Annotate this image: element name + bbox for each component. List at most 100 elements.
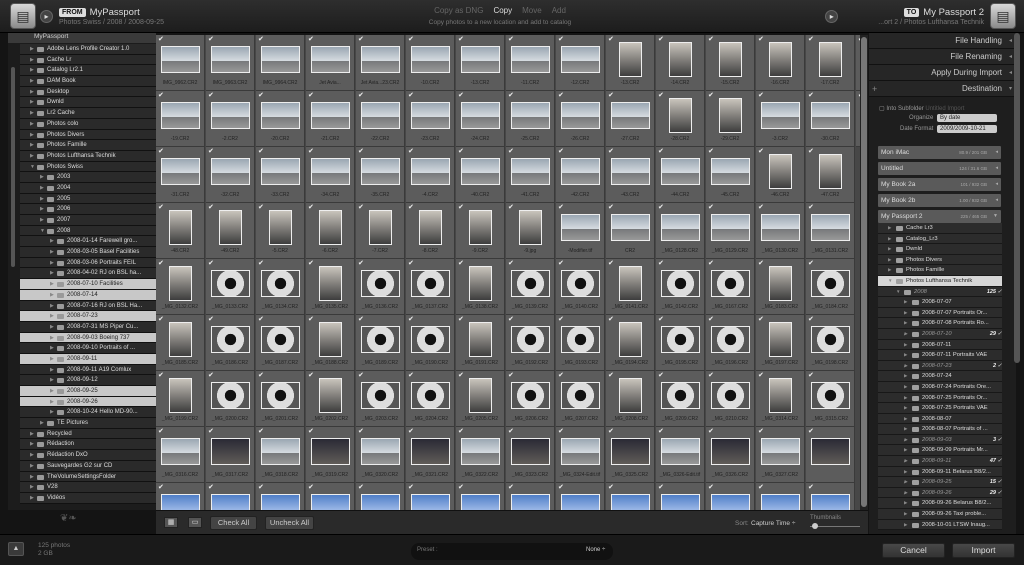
photo-cell[interactable]: ✔ _MG_0131.CR2: [806, 203, 855, 259]
include-checkbox[interactable]: ✔: [508, 204, 514, 211]
disclosure-triangle-icon[interactable]: ▶: [30, 140, 34, 150]
include-checkbox[interactable]: ✔: [508, 372, 514, 379]
photo-cell[interactable]: ✔: [756, 483, 805, 510]
photo-cell[interactable]: ✔ -13.CR2: [456, 35, 505, 91]
source-folder-item[interactable]: ▶ Lr2 Cache: [20, 108, 160, 119]
source-folder-item[interactable]: ▶ 2008-09-11 A19 Comlux: [20, 364, 160, 376]
include-checkbox[interactable]: ✔: [358, 484, 364, 491]
photo-cell[interactable]: ✔ _MG_0205.CR2: [456, 371, 505, 427]
include-checkbox[interactable]: ✔: [658, 484, 664, 491]
photo-cell[interactable]: ✔ -7.CR2: [356, 203, 405, 259]
disclosure-triangle-icon[interactable]: ▶: [30, 151, 34, 161]
disclosure-triangle-icon[interactable]: ▶: [30, 87, 34, 97]
photo-cell[interactable]: ✔ -46.CR2: [756, 147, 805, 203]
include-checkbox[interactable]: ✔: [308, 36, 314, 43]
photo-cell[interactable]: ✔ _MG_0197.CR2: [756, 315, 805, 371]
disclosure-triangle-icon[interactable]: ▶: [888, 265, 891, 275]
photo-cell[interactable]: ✔: [656, 483, 705, 510]
source-folder-item[interactable]: ▶ 2008-07-16 RJ on BSL Ha...: [20, 300, 160, 312]
include-checkbox[interactable]: ✔: [358, 204, 364, 211]
destination-folder-item[interactable]: ▶ 2008-09-26 Belarus B8/2...: [878, 498, 1002, 510]
cancel-button[interactable]: Cancel: [882, 543, 945, 558]
disclosure-triangle-icon[interactable]: ▼: [896, 287, 900, 297]
include-checkbox[interactable]: ✔: [458, 428, 464, 435]
source-folder-item[interactable]: ▶ Sauvegardes G2 sur CD: [20, 460, 160, 472]
disclosure-triangle-icon[interactable]: ▶: [904, 509, 907, 519]
disclosure-triangle-icon[interactable]: ▶: [30, 108, 34, 118]
expand-collapse-button[interactable]: ▲: [8, 542, 24, 556]
include-checkbox[interactable]: ✔: [458, 372, 464, 379]
photo-cell[interactable]: ✔: [806, 427, 855, 483]
photo-cell[interactable]: ✔ _MG_0326.CR2: [706, 427, 755, 483]
destination-folder-item[interactable]: ▶ 2008-07-24 Portraits Ore...: [878, 381, 1002, 393]
disclosure-triangle-icon[interactable]: ▶: [50, 375, 54, 385]
photo-cell[interactable]: ✔: [206, 483, 255, 510]
photo-cell[interactable]: ✔ _MG_0320.CR2: [356, 427, 405, 483]
include-checkbox[interactable]: ✔: [808, 316, 814, 323]
section-apply-during-import[interactable]: Apply During Import ◂: [869, 65, 1016, 81]
destination-folder-item[interactable]: ▶ 2008-07-11 Portraits VAE: [878, 350, 1002, 361]
disclosure-triangle-icon[interactable]: ▶: [30, 461, 34, 471]
photo-cell[interactable]: ✔ _MG_0192.CR2: [506, 315, 555, 371]
photo-cell[interactable]: ✔ _MG_0210.CR2: [706, 371, 755, 427]
include-checkbox[interactable]: ✔: [658, 372, 664, 379]
disclosure-triangle-icon[interactable]: ▶: [904, 403, 907, 413]
disclosure-triangle-icon[interactable]: ▶: [904, 456, 907, 466]
include-checkbox[interactable]: ✔: [608, 260, 614, 267]
include-checkbox[interactable]: ✔: [258, 428, 264, 435]
source-selector[interactable]: ▤ ▸ FROM MyPassport Photos Swiss / 2008 …: [10, 3, 164, 29]
photo-cell[interactable]: ✔ _MG_0183.CR2: [756, 259, 805, 315]
photo-cell[interactable]: ✔ _MG_0315.CR2: [806, 371, 855, 427]
disclosure-triangle-icon[interactable]: ▶: [904, 297, 907, 307]
include-checkbox[interactable]: ✔: [508, 92, 514, 99]
mode-copy-dng[interactable]: Copy as DNG: [434, 6, 483, 15]
include-checkbox[interactable]: ✔: [208, 484, 214, 491]
include-checkbox[interactable]: ✔: [358, 36, 364, 43]
include-checkbox[interactable]: ✔: [258, 372, 264, 379]
photo-cell[interactable]: ✔ _MG_0195.CR2: [656, 315, 705, 371]
photo-cell[interactable]: ✔ _MG_0141.CR2: [606, 259, 655, 315]
include-checkbox[interactable]: ✔: [358, 92, 364, 99]
disclosure-triangle-icon[interactable]: ▶: [50, 290, 54, 300]
photo-cell[interactable]: ✔ _MG_0139.CR2: [506, 259, 555, 315]
disclosure-triangle-icon[interactable]: ▶: [50, 343, 54, 353]
include-checkbox[interactable]: ✔: [408, 92, 414, 99]
destination-folder-item[interactable]: ▶ 2008-08-07: [878, 413, 1002, 425]
disclosure-triangle-icon[interactable]: ▶: [30, 450, 34, 460]
disclosure-triangle-icon[interactable]: ▶: [50, 279, 54, 289]
include-checkbox[interactable]: ✔: [208, 148, 214, 155]
include-checkbox[interactable]: ✔: [258, 204, 264, 211]
include-checkbox[interactable]: ✔: [608, 204, 614, 211]
photo-cell[interactable]: ✔: [556, 483, 605, 510]
include-checkbox[interactable]: ✔: [408, 148, 414, 155]
include-checkbox[interactable]: ✔: [408, 260, 414, 267]
include-checkbox[interactable]: ✔: [558, 204, 564, 211]
disclosure-triangle-icon[interactable]: ▶: [30, 97, 34, 107]
source-folder-item[interactable]: ▶ Photos Lufthansa Technik: [20, 150, 160, 162]
destination-folder-item[interactable]: ▶ 2008-07-25 Portraits Or...: [878, 392, 1002, 404]
include-checkbox[interactable]: ✔: [808, 260, 814, 267]
photo-cell[interactable]: ✔ _MG_0193.CR2: [556, 315, 605, 371]
source-folder-item[interactable]: ▶ V28: [20, 482, 160, 493]
include-checkbox[interactable]: ✔: [608, 316, 614, 323]
photo-cell[interactable]: ✔ _MG_0203.CR2: [356, 371, 405, 427]
source-folder-item[interactable]: ▶ Vidéos: [20, 492, 160, 504]
photo-cell[interactable]: ✔ -45.CR2: [706, 147, 755, 203]
include-checkbox[interactable]: ✔: [708, 484, 714, 491]
include-checkbox[interactable]: ✔: [758, 92, 764, 99]
photo-cell[interactable]: ✔ _MG_0318.CR2: [256, 427, 305, 483]
photo-cell[interactable]: ✔ -31.CR2: [156, 147, 205, 203]
include-checkbox[interactable]: ✔: [558, 428, 564, 435]
photo-cell[interactable]: ✔ -43.CR2: [606, 147, 655, 203]
destination-folder-item[interactable]: ▶ 2008-07-07 Portraits Or...: [878, 307, 1002, 319]
include-checkbox[interactable]: ✔: [208, 36, 214, 43]
disclosure-triangle-icon[interactable]: ▶: [888, 255, 891, 265]
photo-cell[interactable]: ✔ -23.CR2: [406, 91, 455, 147]
destination-folder-item[interactable]: ▶ 2008-07-24: [878, 371, 1002, 382]
include-checkbox[interactable]: ✔: [308, 148, 314, 155]
source-folder-item[interactable]: ▶ 2008-09-25: [20, 386, 160, 397]
photo-cell[interactable]: ✔ _MG_0202.CR2: [306, 371, 355, 427]
disclosure-triangle-icon[interactable]: ▶: [904, 488, 907, 498]
photo-cell[interactable]: ✔ -30.CR2: [806, 91, 855, 147]
include-checkbox[interactable]: ✔: [558, 372, 564, 379]
